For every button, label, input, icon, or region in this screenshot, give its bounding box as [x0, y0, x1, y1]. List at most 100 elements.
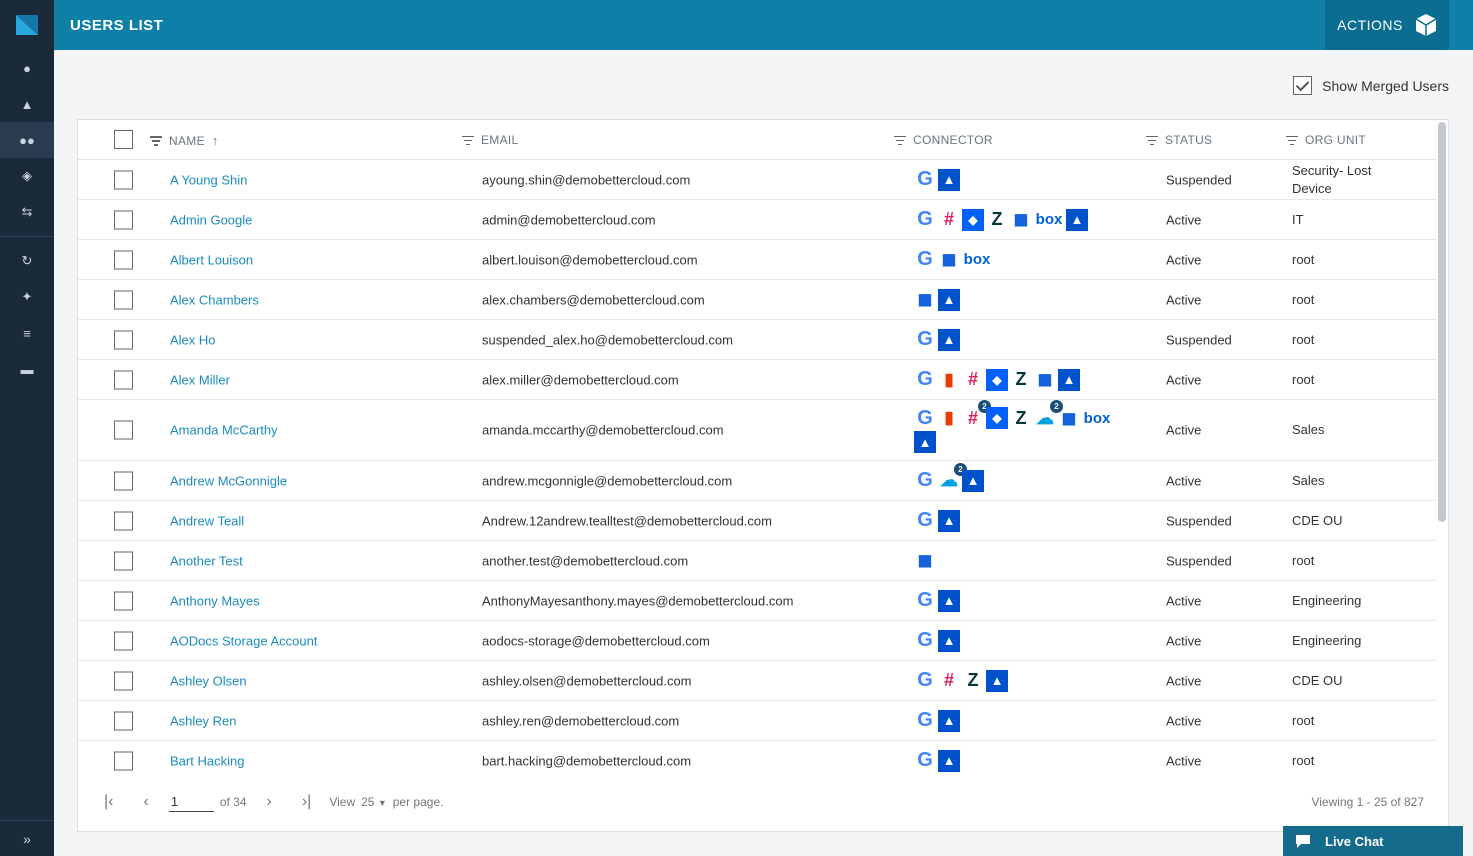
column-org-unit[interactable]: ORG UNIT — [1286, 133, 1366, 147]
table-row[interactable]: Alex Ho suspended_alex.ho@demobettercloud… — [78, 320, 1436, 360]
alerts-nav-icon[interactable]: ▲ — [0, 86, 54, 122]
groups-nav-icon[interactable]: ✦ — [0, 279, 54, 315]
search-nav-icon[interactable]: ● — [0, 50, 54, 86]
filter-icon[interactable] — [462, 135, 474, 145]
row-checkbox[interactable] — [114, 671, 133, 690]
column-connector[interactable]: CONNECTOR — [894, 133, 993, 147]
zendesk-icon[interactable]: Z — [986, 209, 1008, 231]
workflow-nav-icon[interactable]: ↻ — [0, 243, 54, 279]
google-icon[interactable]: G — [914, 669, 936, 692]
row-checkbox[interactable] — [114, 250, 133, 269]
okta-icon[interactable]: ◼ — [1034, 369, 1056, 391]
dropbox-icon[interactable]: ◆ — [986, 407, 1008, 429]
google-icon[interactable]: G — [914, 208, 936, 231]
salesforce-icon[interactable]: ☁ 2 — [1034, 400, 1063, 429]
user-name-link[interactable]: Alex Miller — [170, 372, 230, 387]
user-name-link[interactable]: A Young Shin — [170, 172, 247, 187]
table-row[interactable]: Amanda McCarthy amanda.mccarthy@demobette… — [78, 400, 1436, 461]
atlassian-icon[interactable]: ▲ — [962, 469, 984, 492]
flow-nav-icon[interactable]: ⇆ — [0, 194, 54, 230]
atlassian-icon[interactable]: ▲ — [1058, 368, 1080, 391]
table-row[interactable]: Admin Google admin@demobettercloud.com G # ◆… — [78, 200, 1436, 240]
okta-icon[interactable]: ◼ — [914, 550, 936, 572]
vertical-scrollbar[interactable] — [1438, 122, 1446, 777]
atlassian-icon[interactable]: ▲ — [914, 431, 936, 453]
google-icon[interactable]: G — [914, 469, 936, 492]
scrollbar-thumb[interactable] — [1438, 122, 1446, 522]
row-checkbox[interactable] — [114, 551, 133, 570]
table-row[interactable]: Ashley Ren ashley.ren@demobettercloud.com… — [78, 701, 1436, 741]
google-icon[interactable]: G — [914, 589, 936, 612]
table-row[interactable]: Anthony Mayes AnthonyMayesanthony.mayes@d… — [78, 581, 1436, 621]
show-merged-users-toggle[interactable]: Show Merged Users — [1293, 76, 1449, 95]
table-row[interactable]: AODocs Storage Account aodocs-storage@dem… — [78, 621, 1436, 661]
user-name-link[interactable]: Anthony Mayes — [170, 593, 260, 608]
filter-icon[interactable] — [150, 136, 162, 146]
first-page-icon[interactable]: |‹ — [104, 793, 113, 811]
layers-nav-icon[interactable]: ◈ — [0, 158, 54, 194]
user-name-link[interactable]: Alex Ho — [170, 332, 216, 347]
user-name-link[interactable]: Andrew Teall — [170, 513, 244, 528]
user-name-link[interactable]: Another Test — [170, 553, 243, 568]
slack-icon[interactable]: # — [962, 369, 984, 391]
user-name-link[interactable]: Albert Louison — [170, 252, 253, 267]
select-all-checkbox[interactable] — [114, 130, 133, 149]
user-name-link[interactable]: Ashley Ren — [170, 713, 236, 728]
box-icon[interactable]: box — [1034, 209, 1064, 231]
slack-icon[interactable]: # — [938, 209, 960, 231]
row-checkbox[interactable] — [114, 210, 133, 229]
row-checkbox[interactable] — [114, 511, 133, 530]
salesforce-icon[interactable]: ☁ 2 — [938, 462, 967, 492]
atlassian-icon[interactable]: ▲ — [938, 328, 960, 351]
user-name-link[interactable]: Bart Hacking — [170, 753, 244, 768]
table-row[interactable]: Another Test another.test@demobettercloud… — [78, 541, 1436, 581]
page-number-input[interactable] — [168, 792, 214, 812]
google-icon[interactable]: G — [914, 749, 936, 772]
table-row[interactable]: Bart Hacking bart.hacking@demobettercloud… — [78, 741, 1436, 775]
table-row[interactable]: Andrew McGonnigle andrew.mcgonnigle@demob… — [78, 461, 1436, 501]
atlassian-icon[interactable]: ▲ — [938, 509, 960, 532]
okta-icon[interactable]: ◼ — [938, 249, 960, 271]
user-name-link[interactable]: Ashley Olsen — [170, 673, 247, 688]
slack-icon[interactable]: #2 — [962, 400, 991, 429]
google-icon[interactable]: G — [914, 248, 936, 271]
filter-icon[interactable] — [1146, 135, 1158, 145]
user-name-link[interactable]: Andrew McGonnigle — [170, 473, 287, 488]
atlassian-icon[interactable]: ▲ — [986, 669, 1008, 692]
row-checkbox[interactable] — [114, 420, 133, 440]
google-icon[interactable]: G — [914, 709, 936, 732]
next-page-icon[interactable]: › — [267, 793, 272, 811]
user-name-link[interactable]: Admin Google — [170, 212, 252, 227]
zendesk-icon[interactable]: Z — [1010, 369, 1032, 391]
column-email[interactable]: EMAIL — [462, 133, 519, 147]
dropbox-icon[interactable]: ◆ — [962, 208, 984, 231]
per-page-select[interactable]: 25 ▼ — [361, 795, 387, 809]
row-checkbox[interactable] — [114, 711, 133, 730]
atlassian-icon[interactable]: ▲ — [938, 709, 960, 732]
google-icon[interactable]: G — [914, 629, 936, 652]
expand-sidebar-icon[interactable]: » — [0, 820, 54, 856]
row-checkbox[interactable] — [114, 631, 133, 650]
row-checkbox[interactable] — [114, 330, 133, 349]
okta-icon[interactable]: ◼ — [1010, 209, 1032, 231]
prev-page-icon[interactable]: ‹ — [143, 793, 148, 811]
zendesk-icon[interactable]: Z — [962, 670, 984, 692]
table-row[interactable]: Alex Chambers alex.chambers@demobetterclo… — [78, 280, 1436, 320]
atlassian-icon[interactable]: ▲ — [938, 288, 960, 311]
row-checkbox[interactable] — [114, 471, 133, 490]
live-chat-button[interactable]: Live Chat — [1283, 826, 1463, 856]
atlassian-icon[interactable]: ▲ — [938, 749, 960, 772]
atlassian-icon[interactable]: ▲ — [938, 168, 960, 191]
list-nav-icon[interactable]: ≡ — [0, 315, 54, 351]
table-row[interactable]: A Young Shin ayoung.shin@demobettercloud.… — [78, 160, 1436, 200]
google-icon[interactable]: G — [914, 328, 936, 351]
row-checkbox[interactable] — [114, 170, 133, 189]
user-name-link[interactable]: AODocs Storage Account — [170, 633, 317, 648]
box-icon[interactable]: box — [962, 249, 992, 271]
okta-icon[interactable]: ◼ — [914, 289, 936, 311]
google-icon[interactable]: G — [914, 407, 936, 429]
atlassian-icon[interactable]: ▲ — [938, 629, 960, 652]
box-icon[interactable]: box — [1082, 407, 1112, 429]
google-icon[interactable]: G — [914, 368, 936, 391]
slack-icon[interactable]: # — [938, 670, 960, 692]
